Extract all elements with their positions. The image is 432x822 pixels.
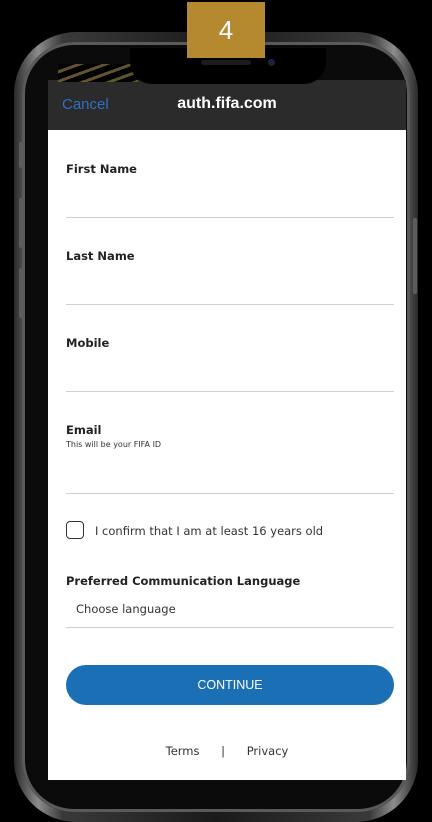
browser-nav-bar: Cancel auth.fifa.com: [48, 80, 406, 130]
terms-link[interactable]: Terms: [166, 744, 200, 758]
language-select-value: Choose language: [76, 602, 176, 616]
page-title: auth.fifa.com: [177, 95, 277, 112]
email-underline: [66, 493, 394, 494]
mobile-label: Mobile: [66, 336, 110, 350]
mobile-field[interactable]: Mobile: [66, 336, 394, 394]
first-name-label: First Name: [66, 162, 137, 176]
front-camera: [268, 59, 275, 66]
last-name-field[interactable]: Last Name: [66, 249, 394, 307]
phone-side-button-volume-up: [19, 198, 23, 248]
footer-separator: |: [221, 744, 226, 758]
step-number-badge: 4: [187, 2, 265, 58]
footer-links: Terms | Privacy: [48, 744, 406, 758]
speaker-grille: [201, 60, 251, 65]
phone-side-button-mute: [19, 142, 23, 168]
first-name-underline: [66, 217, 394, 218]
language-select[interactable]: Choose language: [66, 598, 394, 628]
mobile-underline: [66, 391, 394, 392]
phone-side-button-power: [413, 218, 417, 294]
language-label: Preferred Communication Language: [66, 574, 301, 588]
phone-side-button-volume-down: [19, 268, 23, 318]
email-field[interactable]: Email This will be your FIFA ID: [66, 423, 394, 495]
first-name-field[interactable]: First Name: [66, 162, 394, 220]
age-confirm-label[interactable]: I confirm that I am at least 16 years ol…: [95, 524, 323, 538]
age-confirm-checkbox[interactable]: [66, 521, 84, 539]
age-confirm-row: I confirm that I am at least 16 years ol…: [66, 521, 394, 545]
last-name-label: Last Name: [66, 249, 135, 263]
wallpaper-strip: [58, 64, 138, 82]
language-underline: [66, 627, 394, 628]
continue-button[interactable]: CONTINUE: [66, 665, 394, 705]
email-label: Email: [66, 423, 102, 437]
email-hint: This will be your FIFA ID: [66, 440, 162, 449]
privacy-link[interactable]: Privacy: [247, 744, 289, 758]
last-name-underline: [66, 304, 394, 305]
phone-screen: Cancel auth.fifa.com First Name Last Nam…: [48, 80, 406, 780]
